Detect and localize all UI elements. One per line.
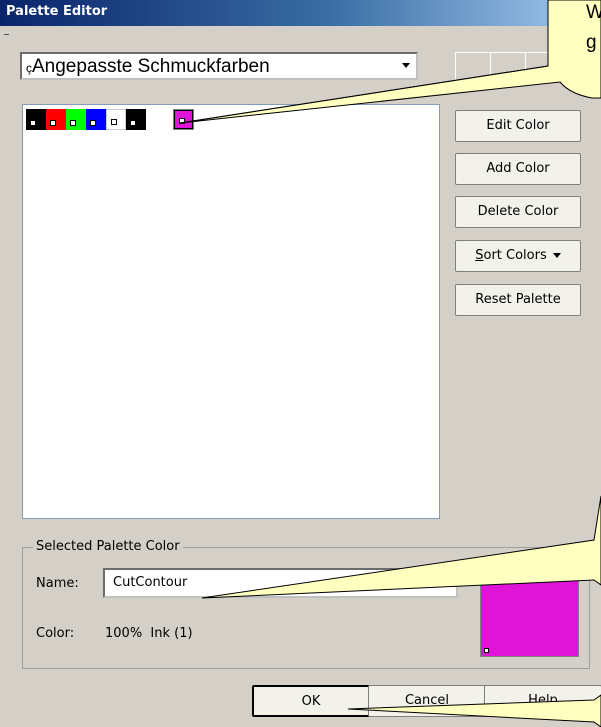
- callout-overlays: [179, 0, 601, 727]
- callout-balloon-bottom: [347, 694, 601, 727]
- callout-leader-top: [179, 65, 549, 124]
- callout-balloon-top: [179, 0, 601, 124]
- callout-balloon-middle: [201, 495, 601, 599]
- callout-text-line2: g: [586, 32, 597, 53]
- callout-text-line1: W: [586, 2, 601, 23]
